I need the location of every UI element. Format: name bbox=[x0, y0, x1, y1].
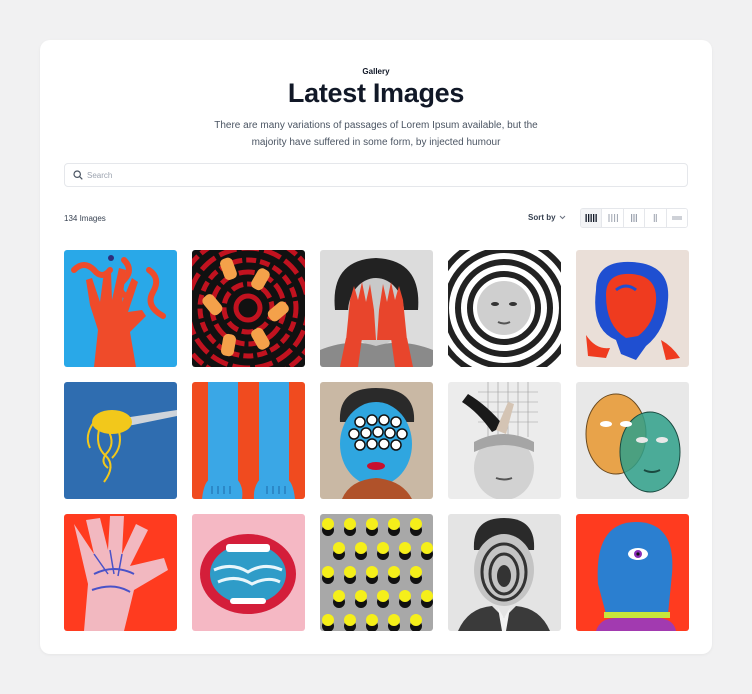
image-man-portal[interactable] bbox=[448, 514, 561, 631]
search-input[interactable] bbox=[87, 167, 677, 183]
image-two-faces[interactable] bbox=[576, 382, 689, 499]
image-count: 134 Images bbox=[64, 214, 106, 223]
image-spaghetti-fork[interactable] bbox=[64, 382, 177, 499]
section-eyebrow: Gallery bbox=[362, 67, 390, 76]
image-pink-hands[interactable] bbox=[64, 514, 177, 631]
image-grid bbox=[64, 250, 689, 631]
page-subtitle: There are many variations of passages of… bbox=[214, 120, 538, 148]
image-eyes-face[interactable] bbox=[320, 382, 433, 499]
image-blue-legs[interactable] bbox=[192, 382, 305, 499]
five-columns-icon bbox=[585, 214, 598, 222]
image-fingers-maze[interactable] bbox=[192, 250, 305, 367]
page-title: Latest Images bbox=[287, 78, 465, 108]
view-switcher bbox=[580, 208, 688, 228]
view-5-columns-button[interactable] bbox=[581, 209, 603, 227]
image-woman-red-hands[interactable] bbox=[320, 250, 433, 367]
sort-label: Sort by bbox=[528, 213, 556, 222]
chevron-down-icon bbox=[559, 215, 565, 220]
view-3-columns-button[interactable] bbox=[623, 209, 646, 227]
search-icon bbox=[73, 170, 83, 180]
view-list-button[interactable] bbox=[666, 209, 687, 227]
image-yellow-dots[interactable] bbox=[320, 514, 433, 631]
view-2-columns-button[interactable] bbox=[645, 209, 667, 227]
image-legs-head-collage[interactable] bbox=[448, 382, 561, 499]
four-columns-icon bbox=[608, 214, 618, 222]
two-columns-icon bbox=[654, 214, 658, 222]
image-red-figure[interactable] bbox=[576, 250, 689, 367]
list-icon bbox=[671, 216, 682, 220]
three-columns-icon bbox=[631, 214, 638, 222]
image-blue-head-eye[interactable] bbox=[576, 514, 689, 631]
search-box[interactable] bbox=[64, 163, 688, 187]
gallery-card: Gallery Latest Images There are many var… bbox=[40, 40, 712, 654]
image-ocean-mouth[interactable] bbox=[192, 514, 305, 631]
sort-dropdown[interactable]: Sort by bbox=[528, 213, 566, 222]
image-hand-snakes[interactable] bbox=[64, 250, 177, 367]
view-4-columns-button[interactable] bbox=[602, 209, 624, 227]
image-face-circles[interactable] bbox=[448, 250, 561, 367]
